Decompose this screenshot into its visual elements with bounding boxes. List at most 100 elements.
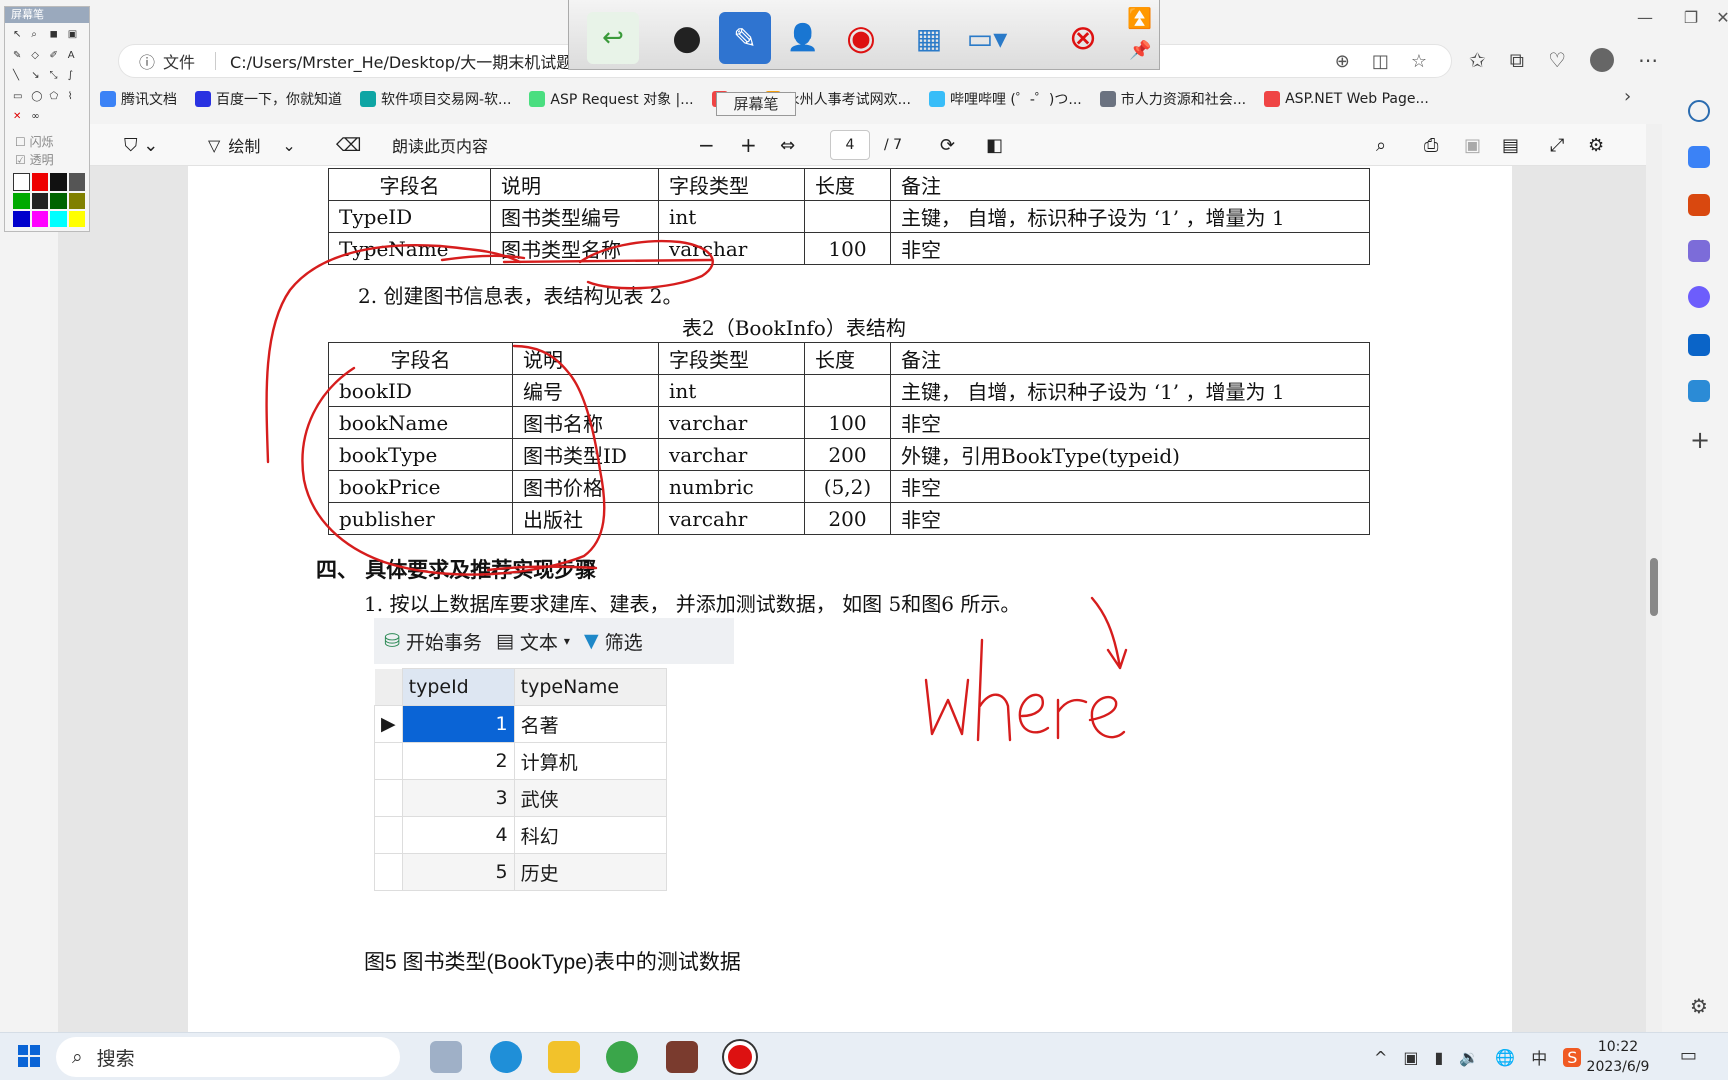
minimize-button[interactable]: — bbox=[1622, 8, 1668, 32]
color-swatch[interactable] bbox=[50, 173, 67, 191]
chevron-up-icon[interactable]: ^ bbox=[1374, 1048, 1387, 1067]
volume-icon[interactable]: 🔉 bbox=[1459, 1048, 1479, 1067]
flash-option[interactable]: ☐ 闪烁 bbox=[15, 133, 54, 150]
marker-icon[interactable]: ✐ bbox=[50, 50, 65, 68]
color-swatch[interactable] bbox=[13, 193, 30, 209]
address-url[interactable]: C:/Users/Mrster_He/Desktop/大一期末机试题 bbox=[230, 49, 572, 73]
color-swatch[interactable] bbox=[13, 211, 30, 227]
text-tool-icon[interactable]: A bbox=[68, 50, 83, 68]
scrollbar[interactable] bbox=[1646, 124, 1662, 1032]
pin-icon[interactable]: 📌 bbox=[1129, 40, 1151, 61]
color-palette[interactable] bbox=[13, 173, 85, 227]
color-swatch[interactable] bbox=[13, 173, 30, 191]
split-screen-icon[interactable]: ◫ bbox=[1372, 51, 1389, 72]
eraser-icon[interactable]: ⌫ bbox=[336, 124, 361, 166]
spotlight-icon[interactable]: ● bbox=[661, 12, 713, 64]
copilot-icon[interactable] bbox=[1688, 286, 1710, 308]
zoom-out-button[interactable]: − bbox=[698, 124, 715, 166]
info-icon[interactable]: ⓘ bbox=[139, 49, 155, 73]
save-icon[interactable]: ▣ bbox=[1464, 124, 1481, 166]
bookmark-item[interactable]: 百度一下，你就知道 bbox=[195, 89, 342, 109]
draw-tool[interactable]: ▽ 绘制 ⌄ bbox=[208, 124, 296, 166]
rectangle-icon[interactable]: ▭ bbox=[13, 91, 28, 109]
bookmark-item[interactable]: 腾讯文档 bbox=[100, 89, 177, 109]
collections-icon[interactable]: ⧉ bbox=[1510, 48, 1524, 72]
color-swatch[interactable] bbox=[68, 211, 85, 227]
bookmark-item[interactable]: ASP Request 对象 |... bbox=[529, 89, 694, 109]
read-aloud-button[interactable]: 朗读此页内容 bbox=[392, 124, 488, 166]
zoom-icon[interactable]: ⊕ bbox=[1335, 51, 1350, 72]
profile-avatar[interactable] bbox=[1590, 48, 1614, 72]
chess-icon[interactable] bbox=[1688, 240, 1710, 262]
display-icon[interactable]: ▭▾ bbox=[961, 12, 1013, 64]
scrollbar-thumb[interactable] bbox=[1650, 558, 1658, 616]
save-as-icon[interactable]: ▤ bbox=[1502, 124, 1519, 166]
double-arrow-icon[interactable]: ⤡ bbox=[50, 70, 65, 88]
ime-indicator[interactable]: 中 bbox=[1531, 1045, 1547, 1069]
taskbar-search[interactable]: ⌕ 搜索 bbox=[56, 1037, 400, 1077]
recorder-icon[interactable] bbox=[724, 1041, 756, 1073]
magnify-icon[interactable]: ⌕ bbox=[31, 29, 46, 47]
color-swatch[interactable] bbox=[31, 193, 48, 209]
undo-icon[interactable]: ↩ bbox=[587, 12, 639, 64]
bookmark-item[interactable]: 软件项目交易网-软... bbox=[360, 89, 511, 109]
screen-icon[interactable]: ▦ bbox=[903, 12, 955, 64]
eraser-tool-icon[interactable]: ◇ bbox=[31, 50, 46, 68]
find-icon[interactable]: ⌕ bbox=[1376, 124, 1386, 166]
color-swatch[interactable] bbox=[31, 173, 48, 191]
edge-icon[interactable] bbox=[490, 1041, 522, 1073]
favorite-star-icon[interactable]: ☆ bbox=[1411, 51, 1427, 72]
settings-gear-icon[interactable]: ⚙ bbox=[1690, 994, 1708, 1018]
add-icon[interactable]: + bbox=[1690, 426, 1710, 454]
search-icon[interactable] bbox=[1688, 100, 1710, 122]
transparent-option[interactable]: ☑ 透明 bbox=[15, 151, 54, 168]
polyline-icon[interactable]: ⌇ bbox=[68, 91, 83, 109]
page-view-icon[interactable]: ◧ bbox=[986, 124, 1003, 166]
image-icon[interactable]: ▣ bbox=[68, 29, 83, 47]
presenter-icon[interactable]: 👤 bbox=[777, 12, 829, 64]
bookmark-item[interactable]: 市人力资源和社会... bbox=[1099, 89, 1246, 109]
game-app-icon[interactable] bbox=[666, 1041, 698, 1073]
notification-icon[interactable]: ▭ bbox=[1680, 1045, 1697, 1066]
chevron-down-icon[interactable]: ⌄ bbox=[282, 136, 295, 155]
collapse-icon[interactable]: ⏫ bbox=[1127, 6, 1152, 30]
arrow-icon[interactable]: ↘ bbox=[31, 70, 46, 88]
favorites-icon[interactable]: ✩ bbox=[1469, 48, 1486, 72]
pen-tool-icon[interactable]: ✎ bbox=[719, 12, 771, 64]
more-menu-icon[interactable]: ⋯ bbox=[1638, 48, 1658, 72]
close-window-button[interactable]: ✕ bbox=[1700, 8, 1728, 32]
start-icon[interactable] bbox=[18, 1045, 40, 1067]
fullscreen-icon[interactable]: ⤢ bbox=[1550, 124, 1564, 166]
bookmark-item[interactable]: ASP.NET Web Page... bbox=[1264, 91, 1429, 107]
record-icon[interactable]: ◉ bbox=[835, 12, 887, 64]
polygon-icon[interactable]: ⬠ bbox=[50, 91, 65, 109]
snipping-app-icon[interactable] bbox=[430, 1041, 462, 1073]
pointer-icon[interactable]: ↖ bbox=[13, 29, 28, 47]
send-icon[interactable] bbox=[1688, 380, 1710, 402]
network-icon[interactable]: ▣ bbox=[1403, 1048, 1418, 1067]
bookmarks-overflow-icon[interactable]: › bbox=[1624, 86, 1631, 107]
usb-icon[interactable]: ▮ bbox=[1435, 1048, 1444, 1067]
page-number-field[interactable]: 4 bbox=[830, 124, 870, 166]
link-icon[interactable]: ∞ bbox=[31, 111, 46, 129]
bookmark-item[interactable]: 哔哩哔哩 (゜-゜)つ... bbox=[928, 89, 1082, 109]
clear-icon[interactable]: ✕ bbox=[13, 111, 28, 129]
briefcase-icon[interactable] bbox=[1688, 194, 1710, 216]
color-swatch[interactable] bbox=[68, 193, 85, 209]
clock[interactable]: 10:22 2023/6/9 bbox=[1572, 1037, 1664, 1077]
outlook-icon[interactable] bbox=[1688, 334, 1710, 356]
fit-width-icon[interactable]: ⇔ bbox=[780, 124, 795, 166]
fill-icon[interactable]: ◼ bbox=[50, 29, 65, 47]
ellipse-icon[interactable]: ◯ bbox=[31, 91, 46, 109]
color-swatch[interactable] bbox=[50, 193, 67, 209]
color-swatch[interactable] bbox=[31, 211, 48, 227]
tag-icon[interactable] bbox=[1688, 146, 1710, 168]
video-player-icon[interactable] bbox=[548, 1041, 580, 1073]
line-icon[interactable]: ╲ bbox=[13, 70, 28, 88]
pen-icon[interactable]: ✎ bbox=[13, 50, 28, 68]
highlight-icon[interactable]: ⛉ ⌄ bbox=[124, 124, 158, 166]
print-icon[interactable]: ⎙ bbox=[1424, 124, 1438, 166]
color-swatch[interactable] bbox=[50, 211, 67, 227]
pdf-settings-icon[interactable]: ⚙ bbox=[1588, 124, 1604, 166]
rotate-icon[interactable]: ⟳ bbox=[940, 124, 955, 166]
